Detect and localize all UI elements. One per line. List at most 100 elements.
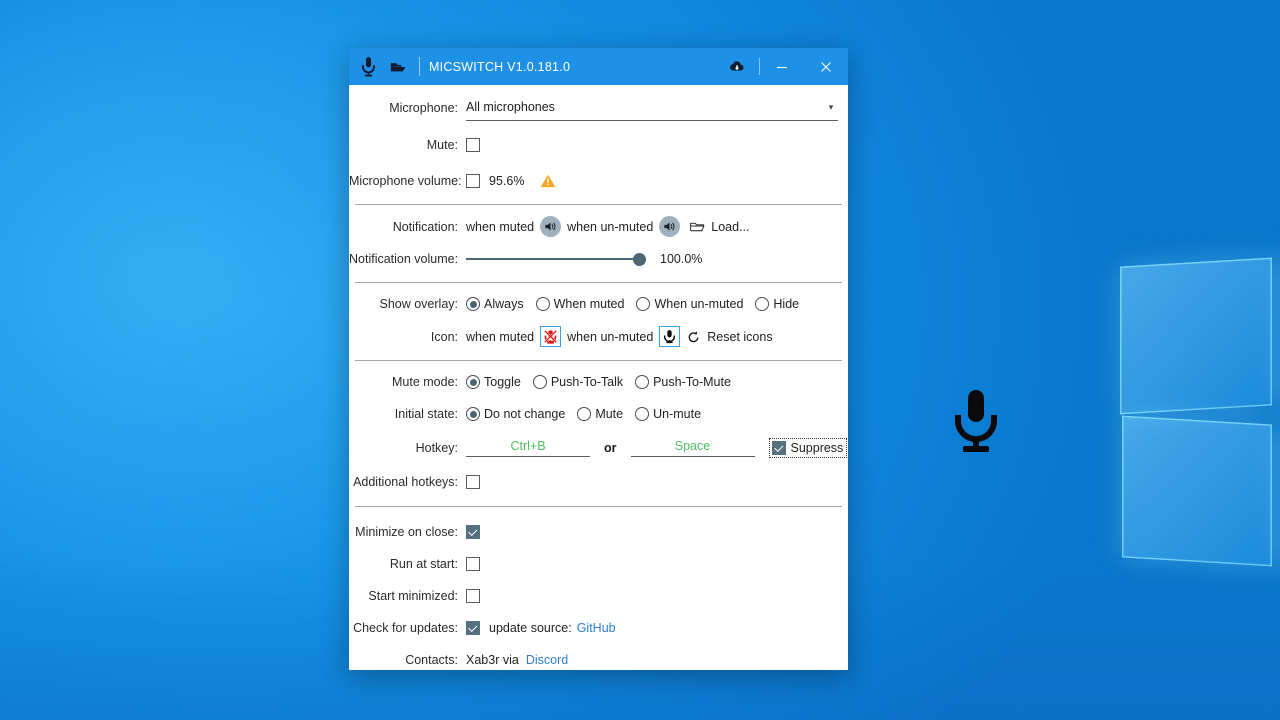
initial-state-option-do-not-change[interactable]: Do not change <box>466 407 565 421</box>
show-overlay-option-when-muted[interactable]: When muted <box>535 297 625 311</box>
hotkey-label: Hotkey: <box>415 441 458 455</box>
slider-track <box>466 257 646 261</box>
row-notification-volume: Notification volume: 100.0% <box>349 245 848 273</box>
icon-when-unmuted-label: when un-muted <box>567 329 654 344</box>
show-overlay-option-hide[interactable]: Hide <box>755 297 799 311</box>
radio-icon <box>635 375 650 389</box>
wallpaper-pane-top-left <box>1120 257 1272 415</box>
notification-when-muted-label: when muted <box>466 219 535 234</box>
row-notification: Notification: when muted when un-muted L… <box>349 212 848 241</box>
update-source-link[interactable]: GitHub <box>577 621 616 635</box>
mute-mode-option-push-to-talk[interactable]: Push-To-Talk <box>532 375 623 389</box>
suppress-checkbox[interactable] <box>771 441 786 455</box>
radio-label: Hide <box>773 297 800 311</box>
row-minimize-on-close: Minimize on close: <box>349 516 848 548</box>
row-check-for-updates: Check for updates: update source: GitHub <box>349 612 848 644</box>
show-overlay-label: Show overlay: <box>379 297 458 311</box>
initial-state-option-mute[interactable]: Mute <box>577 407 623 421</box>
minimize-on-close-label: Minimize on close: <box>355 525 458 539</box>
suppress-label: Suppress <box>790 441 844 455</box>
suppress-checkbox-group[interactable]: Suppress <box>768 438 848 458</box>
radio-icon <box>535 297 550 311</box>
row-run-at-start: Run at start: <box>349 548 848 580</box>
microphone-volume-label: Microphone volume: <box>349 174 462 188</box>
minimize-on-close-checkbox[interactable] <box>466 525 480 539</box>
mute-mode-option-push-to-mute[interactable]: Push-To-Mute <box>635 375 731 389</box>
mute-checkbox[interactable] <box>466 138 480 152</box>
show-overlay-option-always[interactable]: Always <box>466 297 524 311</box>
notification-unmuted-sound-button[interactable] <box>659 216 681 237</box>
initial-state-option-un-mute[interactable]: Un-mute <box>635 407 701 421</box>
row-mute-mode: Mute mode: Toggle Push-To-Talk Push-To-M… <box>349 368 848 396</box>
initial-state-label: Initial state: <box>394 407 458 421</box>
settings-form: Microphone: All microphones ▾ Mute: Micr… <box>349 85 848 670</box>
notification-when-unmuted-label: when un-muted <box>567 219 654 234</box>
additional-hotkeys-checkbox[interactable] <box>466 475 480 489</box>
radio-label: Do not change <box>484 407 566 421</box>
hotkey-secondary-input[interactable]: Space <box>630 439 755 457</box>
reset-arrow-icon[interactable] <box>688 331 700 343</box>
slider-thumb[interactable] <box>633 252 646 266</box>
mute-mode-label: Mute mode: <box>391 375 458 389</box>
notification-volume-label: Notification volume: <box>349 252 459 266</box>
microphone-muted-icon[interactable] <box>540 326 562 347</box>
mute-label: Mute: <box>426 138 458 152</box>
row-hotkey: Hotkey: Ctrl+B or Space Suppress <box>349 433 848 463</box>
icon-label: Icon: <box>430 329 458 344</box>
microphone-select[interactable]: All microphones ▾ <box>466 95 838 121</box>
notification-volume-value: 100.0% <box>660 252 703 266</box>
contacts-label: Contacts: <box>405 653 458 667</box>
radio-label: When muted <box>553 297 625 311</box>
notification-load-button[interactable]: Load... <box>711 220 749 234</box>
show-overlay-radio-group: Always When muted When un-muted Hide <box>466 297 811 311</box>
hotkey-or-label: or <box>604 441 617 455</box>
radio-label: When un-muted <box>654 297 744 311</box>
radio-label: Push-To-Mute <box>653 375 731 389</box>
start-minimized-label: Start minimized: <box>368 589 458 603</box>
radio-icon <box>577 407 592 421</box>
radio-icon <box>466 297 480 311</box>
minimize-button[interactable] <box>760 48 804 85</box>
check-for-updates-label: Check for updates: <box>353 621 458 635</box>
row-show-overlay: Show overlay: Always When muted When un-… <box>349 290 848 318</box>
notification-volume-slider[interactable] <box>466 250 646 268</box>
run-at-start-checkbox[interactable] <box>466 557 480 571</box>
row-contacts: Contacts: Xab3r via Discord <box>349 644 848 670</box>
radio-icon <box>636 297 651 311</box>
row-microphone-volume: Microphone volume: 95.6% <box>349 167 848 195</box>
cloud-download-icon[interactable] <box>715 48 759 85</box>
radio-icon <box>466 407 480 421</box>
discord-link[interactable]: Discord <box>526 653 568 667</box>
radio-label: Always <box>484 297 524 311</box>
row-mute: Mute: <box>349 131 848 159</box>
microphone-label: Microphone: <box>389 101 458 115</box>
title-bar[interactable]: MICSWITCH V1.0.181.0 <box>349 48 848 85</box>
mute-mode-option-toggle[interactable]: Toggle <box>466 375 521 389</box>
warning-triangle-icon[interactable] <box>540 174 556 188</box>
chevron-down-icon: ▾ <box>828 101 834 112</box>
radio-label: Mute <box>595 407 624 421</box>
folder-open-icon[interactable] <box>383 48 413 85</box>
show-overlay-option-when-unmuted[interactable]: When un-muted <box>636 297 743 311</box>
radio-label: Un-mute <box>653 407 702 421</box>
notification-muted-sound-button[interactable] <box>540 216 562 237</box>
microphone-icon[interactable] <box>659 326 681 347</box>
row-start-minimized: Start minimized: <box>349 580 848 612</box>
microphone-icon[interactable] <box>950 388 1002 454</box>
wallpaper-pane-bottom-left <box>1122 415 1272 567</box>
start-minimized-checkbox[interactable] <box>466 589 480 603</box>
reset-icons-button[interactable]: Reset icons <box>707 330 772 344</box>
hotkey-primary-input[interactable]: Ctrl+B <box>466 439 590 457</box>
radio-icon <box>755 297 770 311</box>
close-button[interactable] <box>804 48 848 85</box>
row-microphone: Microphone: All microphones ▾ <box>349 93 848 123</box>
mute-mode-radio-group: Toggle Push-To-Talk Push-To-Mute <box>466 375 743 389</box>
microphone-icon[interactable] <box>353 48 383 85</box>
title-separator <box>419 57 420 76</box>
contacts-value: Xab3r via <box>466 653 519 667</box>
radio-icon <box>532 375 547 389</box>
folder-open-icon[interactable] <box>690 221 705 233</box>
initial-state-radio-group: Do not change Mute Un-mute <box>466 407 713 421</box>
microphone-volume-checkbox[interactable] <box>466 174 480 188</box>
check-for-updates-checkbox[interactable] <box>466 621 480 635</box>
